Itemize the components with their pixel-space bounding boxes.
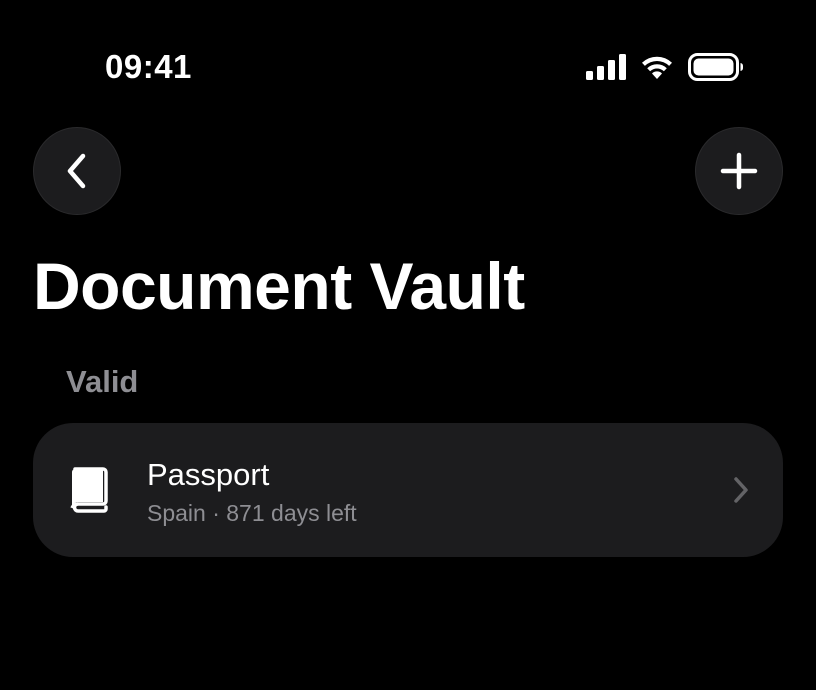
document-row-passport[interactable]: Passport Spain · 871 days left (33, 423, 783, 557)
status-time: 09:41 (105, 48, 192, 85)
add-document-button[interactable] (695, 127, 783, 215)
page-title: Document Vault (33, 249, 525, 323)
chevron-right-icon (734, 477, 748, 503)
book-icon (70, 467, 108, 513)
document-title: Passport (147, 457, 270, 492)
status-bar: 09:41 (0, 0, 816, 110)
chevron-left-icon (67, 153, 86, 189)
cellular-signal-icon (586, 54, 626, 80)
section-header-valid: Valid (66, 364, 139, 399)
battery-icon (688, 53, 744, 81)
back-button[interactable] (33, 127, 121, 215)
document-subtitle: Spain · 871 days left (147, 500, 357, 526)
wifi-icon (642, 56, 672, 79)
status-icons (586, 52, 744, 82)
plus-icon (720, 152, 758, 190)
